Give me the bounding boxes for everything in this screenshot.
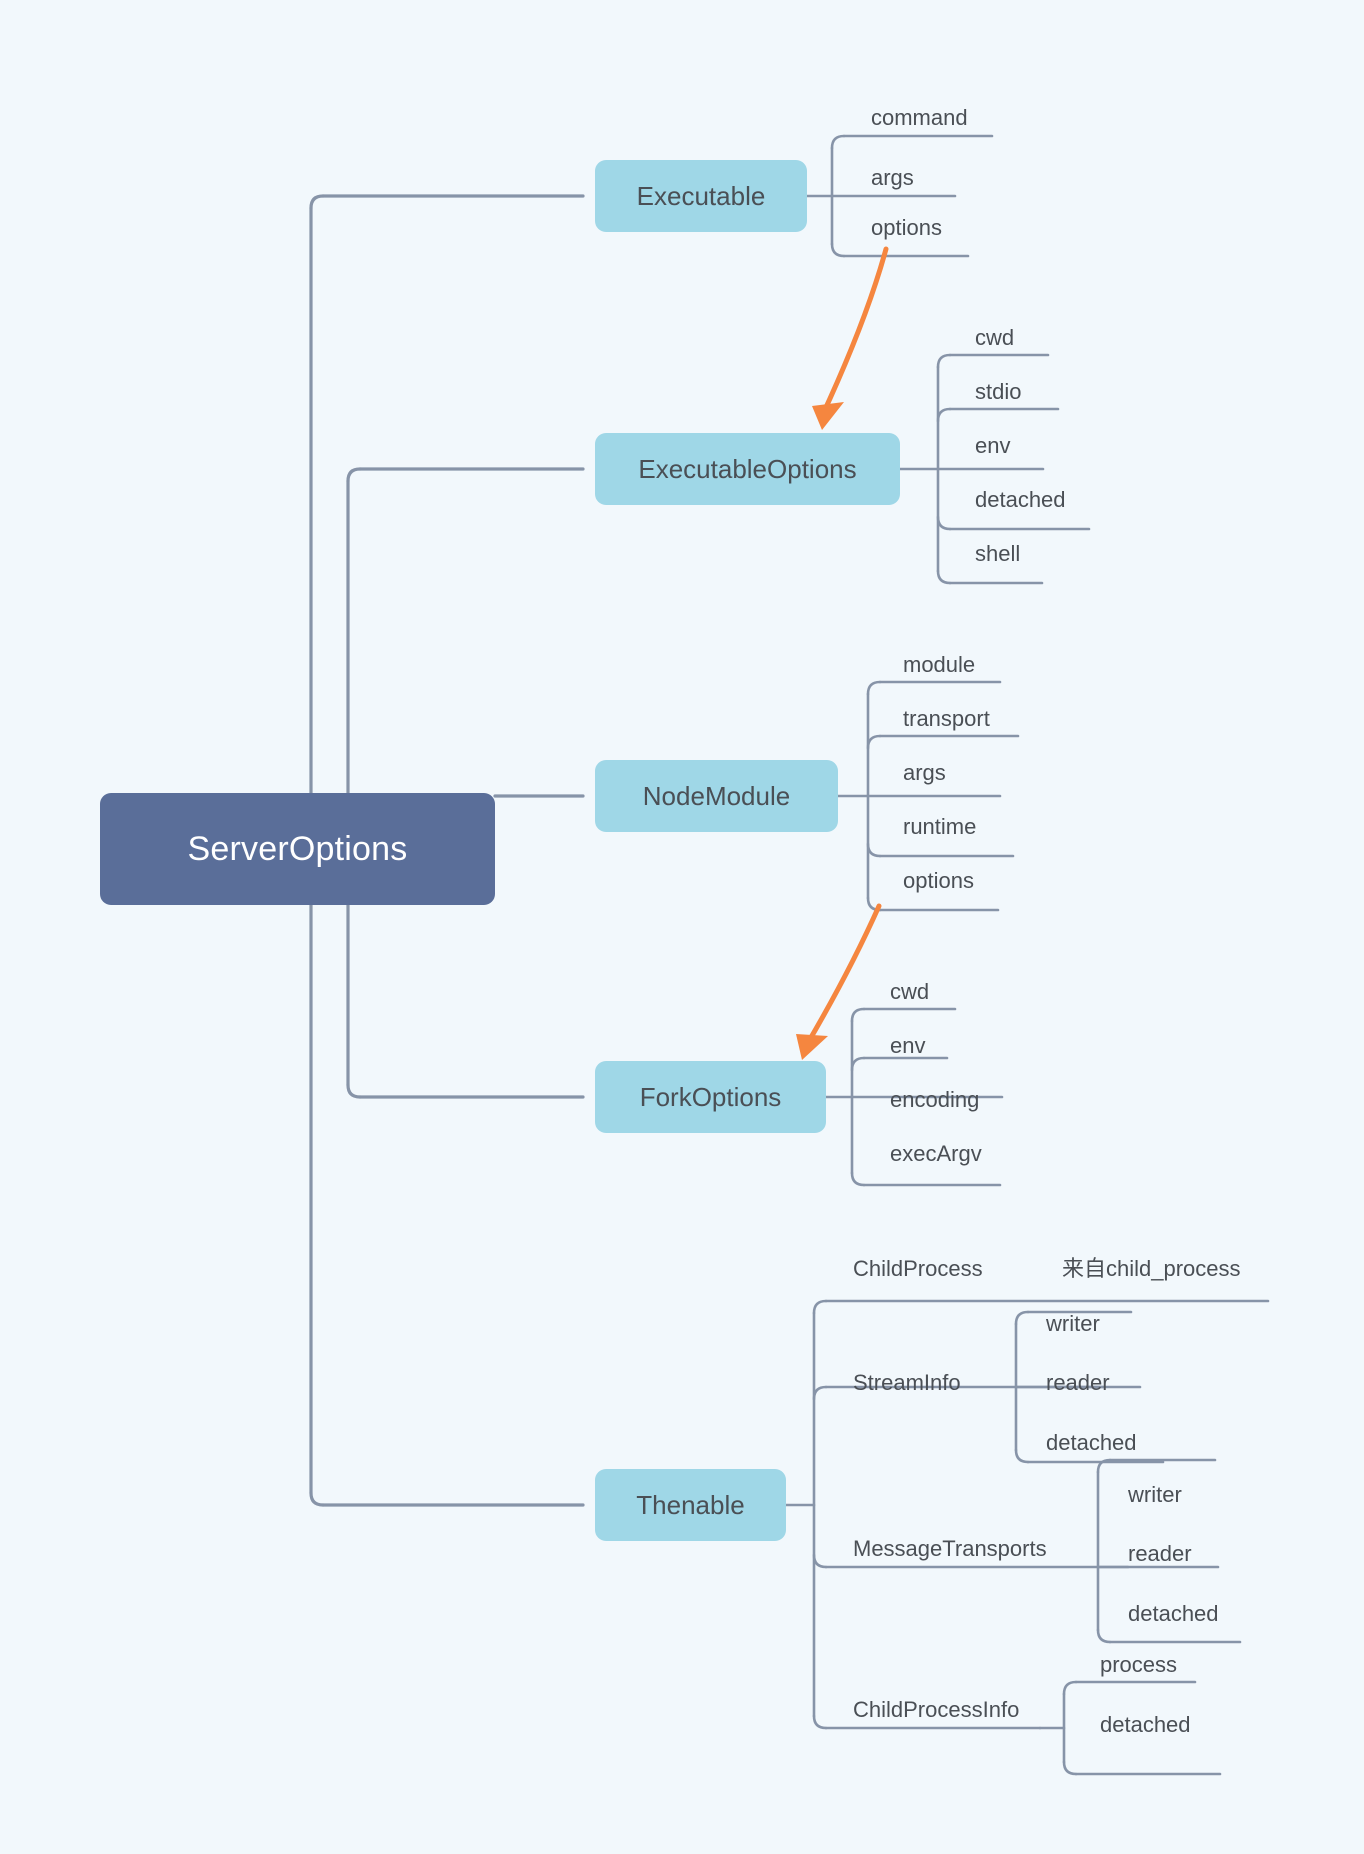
- leaf-child-process-info-process[interactable]: process: [1100, 1654, 1177, 1676]
- branch-node-fork-options[interactable]: ForkOptions: [595, 1061, 826, 1133]
- leaf-node-module-args[interactable]: args: [903, 762, 946, 784]
- leaf-node-module-module[interactable]: module: [903, 654, 975, 676]
- leaf-stream-info-writer[interactable]: writer: [1046, 1313, 1100, 1335]
- mindmap-canvas: ServerOptions Executable ExecutableOptio…: [0, 0, 1364, 1854]
- connector-layer: [309, 134, 1270, 1776]
- leaf-executable-options-cwd[interactable]: cwd: [975, 327, 1014, 349]
- leaf-node-module-transport[interactable]: transport: [903, 708, 990, 730]
- leaf-stream-info-detached[interactable]: detached: [1046, 1432, 1137, 1454]
- leaf-fork-options-cwd[interactable]: cwd: [890, 981, 929, 1003]
- branch-node-label: ExecutableOptions: [638, 453, 857, 484]
- leaf-executable-args[interactable]: args: [871, 167, 914, 189]
- branch-node-label: Thenable: [636, 1489, 745, 1520]
- branch-node-label: Executable: [636, 180, 766, 211]
- leaf-executable-options-stdio[interactable]: stdio: [975, 381, 1021, 403]
- branch-node-thenable[interactable]: Thenable: [595, 1469, 786, 1541]
- leaf-thenable-stream-info[interactable]: StreamInfo: [853, 1372, 961, 1394]
- branch-node-executable[interactable]: Executable: [595, 160, 807, 232]
- branch-node-label: NodeModule: [642, 780, 791, 811]
- leaf-executable-options-detached[interactable]: detached: [975, 489, 1066, 511]
- leaf-message-transports-writer[interactable]: writer: [1128, 1484, 1182, 1506]
- branch-node-executable-options[interactable]: ExecutableOptions: [595, 433, 900, 505]
- root-node-server-options[interactable]: ServerOptions: [100, 793, 495, 905]
- leaf-executable-options-shell[interactable]: shell: [975, 543, 1020, 565]
- root-node-label: ServerOptions: [187, 829, 408, 868]
- leaf-node-module-options[interactable]: options: [903, 870, 974, 892]
- branch-node-node-module[interactable]: NodeModule: [595, 760, 838, 832]
- leaf-child-process-source[interactable]: 来自child_process: [1062, 1258, 1241, 1280]
- leaf-node-module-runtime[interactable]: runtime: [903, 816, 976, 838]
- leaf-thenable-child-process[interactable]: ChildProcess: [853, 1258, 983, 1280]
- leaf-executable-options[interactable]: options: [871, 217, 942, 239]
- leaf-executable-options-env[interactable]: env: [975, 435, 1010, 457]
- leaf-fork-options-exec-argv[interactable]: execArgv: [890, 1143, 982, 1165]
- leaf-message-transports-detached[interactable]: detached: [1128, 1603, 1219, 1625]
- leaf-executable-command[interactable]: command: [871, 107, 968, 129]
- leaf-thenable-child-process-info[interactable]: ChildProcessInfo: [853, 1699, 1019, 1721]
- leaf-message-transports-reader[interactable]: reader: [1128, 1543, 1192, 1565]
- leaf-stream-info-reader[interactable]: reader: [1046, 1372, 1110, 1394]
- leaf-fork-options-env[interactable]: env: [890, 1035, 925, 1057]
- leaf-thenable-message-transports[interactable]: MessageTransports: [853, 1538, 1047, 1560]
- leaf-child-process-info-detached[interactable]: detached: [1100, 1714, 1191, 1736]
- leaf-fork-options-encoding[interactable]: encoding: [890, 1089, 979, 1111]
- branch-node-label: ForkOptions: [639, 1081, 782, 1112]
